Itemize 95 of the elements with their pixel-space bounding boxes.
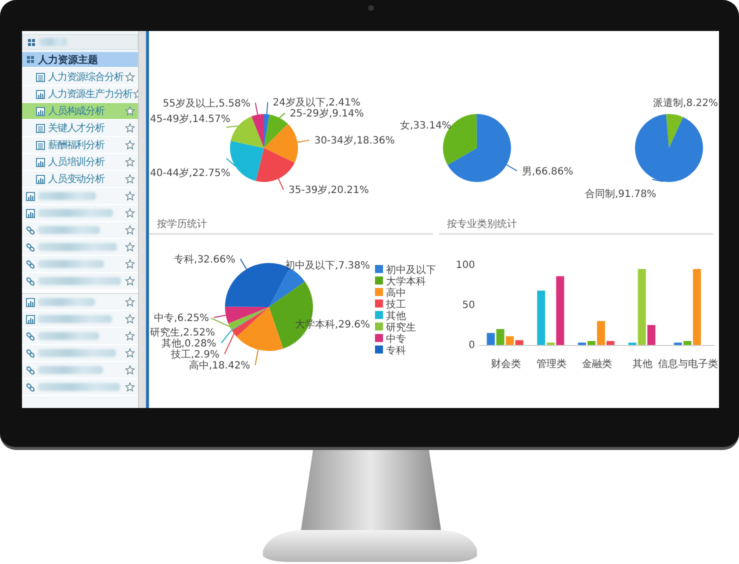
leader-line	[310, 310, 312, 321]
leader-line	[297, 140, 310, 143]
star-icon[interactable]	[125, 123, 136, 133]
slice-label: 专科,32.66%	[174, 254, 236, 266]
section-header: 按学历统计	[148, 215, 433, 235]
legend-label: 中专	[386, 334, 406, 345]
star-icon[interactable]	[125, 331, 136, 341]
legend-label: 研究生	[386, 322, 416, 334]
slice-label: 35-39岁,20.21%	[288, 185, 369, 196]
bar-chart-icon	[36, 106, 45, 116]
bar-chart-icon	[36, 158, 45, 166]
legend-label: 专科	[386, 346, 406, 356]
sidebar-item[interactable]: 人力资源综合分析	[22, 69, 138, 86]
star-icon[interactable]	[125, 314, 136, 324]
star-icon[interactable]	[125, 157, 136, 167]
star-icon[interactable]	[125, 106, 136, 116]
slice-label: 中专,6.25%	[154, 313, 209, 324]
star-icon[interactable]	[125, 208, 136, 218]
legend-label: 大学本科	[386, 276, 426, 288]
slice-label: 高中,18.42%	[188, 360, 250, 372]
slice-label: 技工,2.9%	[170, 350, 220, 361]
bar-chart-icon	[36, 90, 45, 98]
leader-line	[226, 126, 239, 128]
star-icon[interactable]	[125, 140, 136, 150]
leader-line	[652, 178, 664, 182]
slice-label: 研究生,2.52%	[150, 328, 215, 339]
bar-chart-icon	[26, 192, 35, 200]
slice-label: 45-49岁,14.57%	[150, 114, 230, 125]
star-icon[interactable]	[125, 382, 136, 392]
legend-label: 技工	[386, 300, 406, 310]
leader-line	[506, 164, 518, 172]
axis-label: 50	[462, 300, 475, 311]
redacted-label	[38, 366, 103, 374]
star-icon[interactable]	[125, 225, 136, 235]
star-icon[interactable]	[125, 348, 136, 358]
star-icon[interactable]	[125, 242, 136, 252]
redacted-label	[38, 298, 95, 306]
leader-line	[278, 112, 286, 118]
bar-chart-icon	[26, 314, 35, 324]
star-icon[interactable]	[125, 259, 136, 269]
sidebar-item[interactable]: 人员构成分析	[22, 103, 138, 120]
bar-chart-icon	[26, 298, 35, 306]
legend-label: 其他	[386, 311, 406, 322]
leader-line	[240, 258, 247, 270]
category-label: 其他	[632, 359, 653, 370]
redacted-label	[38, 192, 96, 200]
category-label: 管理类	[536, 359, 566, 370]
slice-label: 派遣制,8.22%	[653, 98, 718, 110]
star-icon[interactable]	[125, 174, 136, 184]
grid-icon	[26, 55, 35, 64]
section-header: 按专业类别统计	[438, 215, 713, 235]
star-icon[interactable]	[125, 365, 136, 375]
redacted-label	[38, 332, 99, 340]
slice-label: 40-44岁,22.75%	[150, 168, 230, 179]
slice-label: 30-34岁,18.36%	[314, 136, 395, 147]
redacted-label	[38, 260, 104, 268]
axis-label: 100	[456, 260, 475, 271]
table-icon	[36, 124, 45, 132]
star-icon[interactable]	[125, 276, 136, 286]
slice-label: 24岁及以下,2.41%	[272, 98, 360, 109]
slice-label: 25-29岁,9.14%	[290, 108, 364, 120]
leader-line	[254, 102, 258, 116]
star-icon[interactable]	[125, 297, 136, 307]
leader-line	[254, 349, 259, 366]
leader-line	[278, 178, 284, 190]
grid-icon	[27, 38, 36, 46]
star-icon[interactable]	[125, 191, 136, 201]
sidebar-item[interactable]: 薪酬福利分析	[22, 137, 138, 154]
slice-label: 合同制,91.78%	[584, 188, 656, 200]
redacted-label	[38, 226, 100, 234]
camera-icon	[368, 5, 374, 11]
sidebar-item[interactable]: 人员变动分析	[22, 171, 138, 188]
table-icon	[36, 140, 45, 150]
sidebar-item[interactable]: 关键人才分析	[22, 120, 138, 137]
slice-label: 初中及以下,7.38%	[285, 260, 370, 272]
bar-chart-icon	[36, 174, 45, 184]
star-icon[interactable]	[125, 72, 136, 82]
leader-line	[266, 102, 268, 115]
table-icon	[36, 72, 45, 82]
redacted-label	[39, 38, 67, 46]
slice-label: 女,33.14%	[400, 120, 452, 132]
slice-label: 55岁及以上,5.58%	[162, 98, 250, 110]
category-label: 财会类	[490, 359, 521, 370]
slice-label: 其他,0.28%	[161, 338, 216, 350]
slice-label: 男,66.86%	[522, 166, 574, 178]
axis-label: 0	[468, 340, 475, 351]
group-header[interactable]: 人力资源主题	[22, 52, 138, 68]
scrollbar[interactable]	[138, 31, 146, 408]
leader-line	[226, 158, 236, 167]
legend-label: 初中及以下	[386, 265, 436, 276]
category-label: 信息与电子类	[658, 359, 718, 370]
bar-chart-icon	[26, 208, 35, 218]
sidebar-item[interactable]: 人员培训分析	[22, 154, 138, 171]
legend-label: 高中	[386, 288, 406, 299]
category-label: 金融类	[582, 359, 612, 370]
